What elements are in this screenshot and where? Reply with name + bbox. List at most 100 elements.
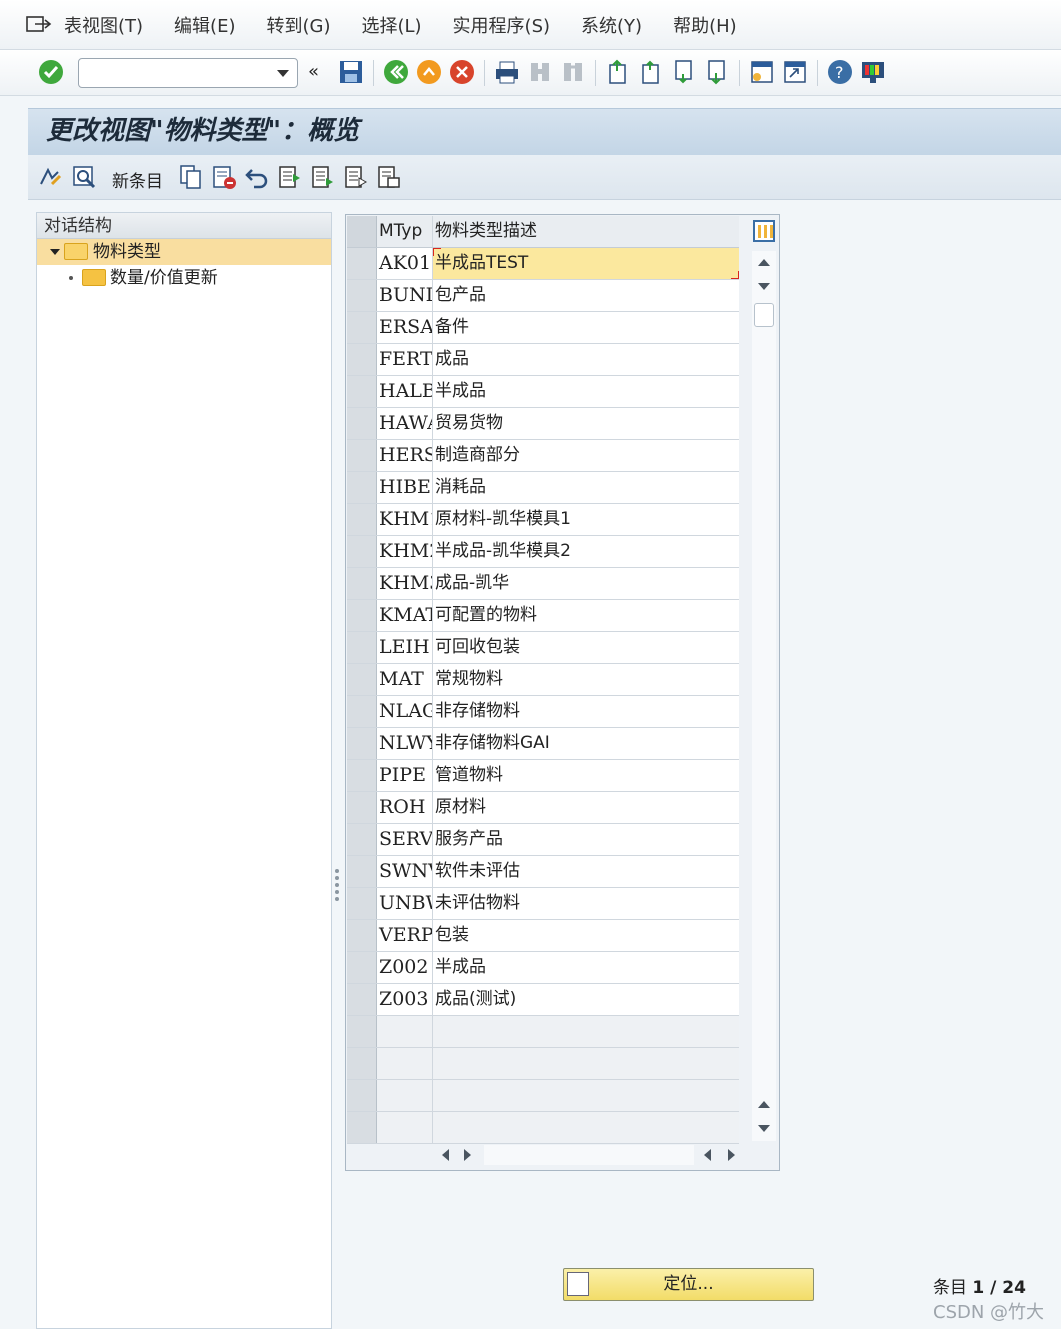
cell-description[interactable]: 可回收包装 [433,632,739,663]
cell-material-type[interactable]: HIBE [377,472,433,503]
scroll-left-icon[interactable] [442,1149,449,1161]
back-icon[interactable] [383,59,409,85]
row-select-button[interactable] [347,920,377,951]
row-select-button[interactable] [347,248,377,279]
cell-material-type[interactable]: Z003 [377,984,433,1015]
scroll-left-end-icon[interactable] [704,1149,711,1161]
column-settings-icon[interactable] [753,220,775,242]
cell-description[interactable]: 贸易货物 [433,408,739,439]
cell-material-type[interactable]: FERT [377,344,433,375]
cell-material-type[interactable]: SWNV [377,856,433,887]
select-all-rows-button[interactable] [347,216,377,247]
cell-material-type[interactable]: VERP [377,920,433,951]
cell-material-type[interactable]: HAWA [377,408,433,439]
cell-description[interactable] [433,1080,739,1111]
horizontal-scroll-track[interactable] [484,1145,694,1165]
exit-icon[interactable] [416,59,442,85]
row-select-button[interactable] [347,792,377,823]
select-all-icon[interactable] [277,164,303,190]
cell-material-type[interactable] [377,1048,433,1079]
scroll-right-end-icon[interactable] [728,1149,735,1161]
menu-utilities[interactable]: 实用程序(S) [453,12,550,38]
cell-description[interactable]: 半成品TEST [433,248,739,279]
layout-icon[interactable] [860,59,886,85]
cell-material-type[interactable]: BUND [377,280,433,311]
tree-node-material-types[interactable]: 物料类型 [37,239,331,265]
delete-icon[interactable] [211,164,237,190]
row-select-button[interactable] [347,408,377,439]
row-select-button[interactable] [347,1080,377,1111]
scroll-page-down-icon[interactable] [758,1125,770,1132]
cell-description[interactable] [433,1112,739,1143]
cell-material-type[interactable]: NLWY [377,728,433,759]
cell-material-type[interactable]: KHM2 [377,536,433,567]
menu-edit[interactable]: 编辑(E) [174,12,235,38]
row-select-button[interactable] [347,984,377,1015]
new-session-icon[interactable] [749,59,775,85]
save-icon[interactable] [338,59,364,85]
row-select-button[interactable] [347,632,377,663]
command-field[interactable] [78,58,298,88]
undo-icon[interactable] [244,164,270,190]
shortcut-icon[interactable] [782,59,808,85]
row-select-button[interactable] [347,952,377,983]
row-select-button[interactable] [347,1016,377,1047]
cell-description[interactable]: 原材料-凯华模具1 [433,504,739,535]
cell-material-type[interactable]: KHM1 [377,504,433,535]
row-select-button[interactable] [347,1112,377,1143]
cell-material-type[interactable]: PIPE [377,760,433,791]
cell-description[interactable] [433,1048,739,1079]
expand-arrow-icon[interactable] [50,249,60,255]
row-select-button[interactable] [347,440,377,471]
row-select-button[interactable] [347,760,377,791]
cancel-icon[interactable] [449,59,475,85]
check-icon[interactable] [38,59,64,85]
row-select-button[interactable] [347,856,377,887]
cell-material-type[interactable]: MAT [377,664,433,695]
prev-page-icon[interactable] [638,59,664,85]
help-icon[interactable]: ? [827,59,853,85]
cell-description[interactable]: 管道物料 [433,760,739,791]
tree-node-quantity-value-update[interactable]: 数量/价值更新 [37,265,331,291]
row-select-button[interactable] [347,1048,377,1079]
chevron-down-icon[interactable] [277,70,289,77]
cell-description[interactable]: 成品 [433,344,739,375]
row-select-button[interactable] [347,472,377,503]
cell-description[interactable]: 原材料 [433,792,739,823]
cell-material-type[interactable]: UNBW [377,888,433,919]
scroll-thumb[interactable] [754,303,774,327]
cell-description[interactable]: 服务产品 [433,824,739,855]
cell-material-type[interactable]: NLAG [377,696,433,727]
cell-material-type[interactable]: KHM3 [377,568,433,599]
cell-description[interactable]: 半成品 [433,952,739,983]
cell-description[interactable]: 可配置的物料 [433,600,739,631]
row-select-button[interactable] [347,568,377,599]
row-select-button[interactable] [347,280,377,311]
row-select-button[interactable] [347,536,377,567]
deselect-all-icon[interactable] [343,164,369,190]
print-list-icon[interactable] [376,164,402,190]
cell-description[interactable]: 常规物料 [433,664,739,695]
find-icon[interactable] [527,59,553,85]
row-select-button[interactable] [347,824,377,855]
cell-description[interactable]: 成品-凯华 [433,568,739,599]
row-select-button[interactable] [347,504,377,535]
toggle-view-icon[interactable] [71,164,97,190]
first-page-icon[interactable] [605,59,631,85]
print-icon[interactable] [494,59,520,85]
cell-description[interactable]: 包产品 [433,280,739,311]
menu-exit-icon[interactable] [26,15,54,35]
cell-description[interactable]: 消耗品 [433,472,739,503]
cell-material-type[interactable] [377,1080,433,1111]
row-select-button[interactable] [347,344,377,375]
cell-description[interactable]: 非存储物料 [433,696,739,727]
scroll-right-icon[interactable] [464,1149,471,1161]
row-select-button[interactable] [347,888,377,919]
cell-material-type[interactable]: KMAT [377,600,433,631]
cell-description[interactable]: 半成品 [433,376,739,407]
copy-as-icon[interactable] [178,164,204,190]
position-button[interactable]: 定位... [563,1268,814,1301]
cell-description[interactable] [433,1016,739,1047]
panel-splitter[interactable] [333,866,341,912]
row-select-button[interactable] [347,376,377,407]
